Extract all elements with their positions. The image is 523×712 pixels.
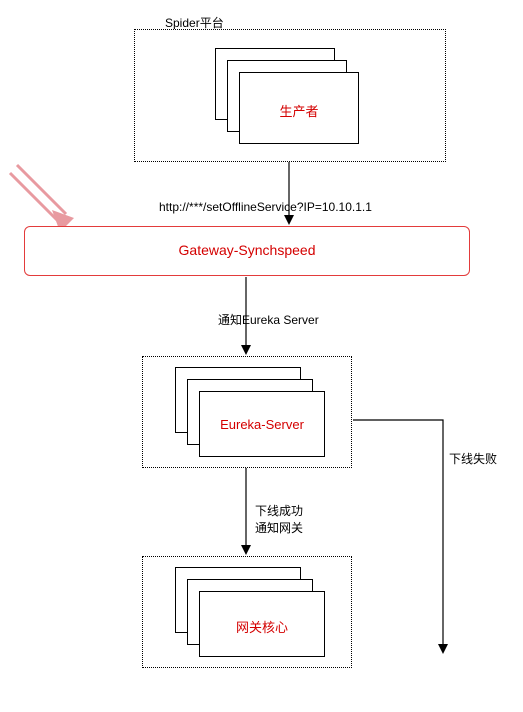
gateway-core-label: 网关核心 — [200, 617, 324, 636]
gateway-synchspeed-box: Gateway-Synchspeed — [24, 226, 470, 276]
eureka-label: Eureka-Server — [200, 417, 324, 432]
gateway-core-stack: 网关核心 — [175, 567, 335, 659]
http-call-label: http://***/setOfflineService?IP=10.10.1.… — [159, 200, 372, 214]
gateway-core-container: 网关核心 — [142, 556, 352, 668]
offline-success-line1: 下线成功 — [255, 502, 303, 519]
offline-success-line2: 通知网关 — [255, 519, 303, 536]
spider-container: 生产者 — [134, 29, 446, 162]
producer-stack: 生产者 — [215, 48, 365, 146]
offline-fail-label: 下线失败 — [449, 450, 497, 467]
producer-label: 生产者 — [240, 101, 358, 120]
arrow-eureka-fail — [353, 420, 448, 654]
gateway-synchspeed-label: Gateway-Synchspeed — [25, 242, 469, 258]
arrow-spider-to-gateway — [284, 162, 294, 225]
callout-arrow — [10, 165, 74, 232]
arrow-eureka-to-core — [241, 468, 251, 555]
eureka-stack: Eureka-Server — [175, 367, 335, 459]
eureka-container: Eureka-Server — [142, 356, 352, 468]
notify-eureka-label: 通知Eureka Server — [218, 311, 319, 328]
